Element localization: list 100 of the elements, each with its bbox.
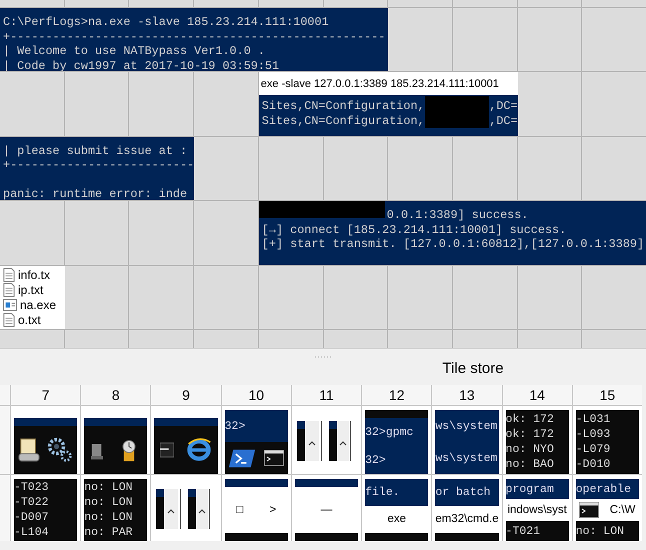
tile-text: >: [270, 502, 276, 518]
tile-text: -T023: [14, 480, 50, 495]
grid-cell: [388, 136, 452, 200]
grid-cell: [518, 266, 582, 329]
grid-cell: [582, 136, 646, 200]
tile[interactable]: —: [294, 479, 358, 541]
tile-text: ok: 172: [506, 412, 555, 427]
grid-cell: [258, 266, 322, 329]
console-text: [+] start transmit. [127.0.0.1:60812],[127.0.0.1:3389]: [262, 237, 644, 252]
grid-cell: [129, 201, 194, 265]
grid-cell: [64, 72, 128, 136]
prompt-icon: [228, 448, 256, 468]
tile-text: ws\system: [435, 418, 498, 434]
console-text: +--------------------------: [3, 158, 194, 173]
tile-text: -L104: [14, 525, 50, 540]
console-text: | Code by cw1997 at 2017-10-19 03:59:51: [3, 58, 280, 72]
grid-cell: [129, 266, 194, 329]
tile-text: □: [236, 502, 244, 518]
console-text: C:\PerfLogs>na.exe -slave 185.23.214.111:10001: [3, 15, 329, 30]
grid-cell: [388, 266, 452, 329]
tile[interactable]: ok: 172 ok: 172 no: NYO no: BAO: [506, 410, 569, 474]
console-text: | Welcome to use NATBypass Ver1.0.0 .: [3, 44, 265, 58]
column-header[interactable]: 8: [81, 385, 150, 405]
grid-cell: [388, 8, 452, 72]
grid-cell: [324, 266, 388, 329]
tile-text: or batch: [435, 485, 492, 500]
column-header[interactable]: 9: [151, 385, 221, 405]
file-name[interactable]: o.txt: [18, 312, 41, 327]
tile-text: -D007: [14, 510, 50, 525]
console-text: Sites,CN=Configuration,: [262, 99, 425, 114]
tile-text: -L079: [576, 442, 612, 457]
tile-text: no: LON: [576, 524, 626, 538]
panel-title: Tile store: [441, 360, 505, 377]
document-icon: [3, 282, 15, 297]
grid-cell: [452, 136, 517, 200]
column-header[interactable]: 13: [432, 385, 502, 405]
window-title: exe -slave 127.0.0.1:3389 185.23.214.111:10001: [258, 72, 518, 96]
grid-cell: [582, 8, 646, 72]
tile[interactable]: □ >: [224, 479, 288, 541]
scrollbar-drawing: [294, 421, 353, 463]
grid-cell: [194, 136, 258, 200]
console-text: 0.0.1:3389] success.: [386, 208, 528, 223]
tile-text: -T022: [14, 495, 50, 510]
grid-cell: [0, 201, 64, 265]
tile-text: file.: [365, 485, 401, 500]
terminal-icon: [160, 440, 174, 460]
tile-text: 32>gpmc: [365, 424, 414, 440]
console-icon: [579, 502, 600, 518]
tile[interactable]: operable C:\W no: LON: [576, 479, 639, 541]
browser-icon: [186, 437, 212, 463]
column-header[interactable]: 15: [572, 385, 642, 405]
scroll-icon: [18, 437, 40, 463]
tile-text: -D010: [576, 457, 612, 472]
tile[interactable]: no: LON no: LON no: LON no: PAR: [84, 479, 148, 541]
file-name[interactable]: ip.txt: [18, 282, 44, 297]
grid-cell: [194, 72, 258, 136]
tile-text: no: PAR: [84, 525, 134, 540]
file-name[interactable]: na.exe: [20, 298, 56, 312]
grid-cell: [0, 72, 64, 136]
console-text: ,DC=: [489, 99, 518, 114]
grid-cell: [129, 72, 194, 136]
grid-cell: [64, 201, 128, 265]
tile-text: —: [320, 502, 332, 518]
tile-text: ws\system: [435, 450, 498, 466]
grid-cell: [258, 136, 322, 200]
column-header[interactable]: 7: [11, 385, 80, 405]
column-header[interactable]: 11: [292, 385, 362, 405]
tile[interactable]: 32>: [224, 410, 288, 474]
tile-text: 32>: [224, 418, 246, 434]
tile[interactable]: or batch em32\cmd.e: [435, 479, 499, 541]
column-header[interactable]: 14: [502, 385, 572, 405]
tile-text: -L031: [576, 412, 612, 427]
tile-text: no: NYO: [506, 442, 555, 457]
tile-text: C:\W: [610, 502, 636, 518]
grid-cell: [194, 201, 258, 265]
tile-text: ok: 172: [506, 427, 555, 442]
tile-text: no: BAO: [506, 457, 555, 472]
tile-text: program: [506, 482, 555, 496]
tile-text: -T021: [506, 524, 542, 538]
grid-cell: [194, 266, 258, 329]
grid-cell: [324, 136, 388, 200]
tile[interactable]: program indows\syst -T021: [506, 479, 569, 541]
tile-text: no: LON: [84, 510, 134, 525]
column-header[interactable]: 10: [222, 385, 291, 405]
grid-cell: [582, 266, 646, 329]
console-text: [→] connect [185.23.214.111:10001] success.: [262, 222, 566, 238]
tile[interactable]: -L031 -L093 -L079 -D010: [576, 410, 639, 474]
file-name[interactable]: info.tx: [18, 268, 50, 282]
console-text: | please submit issue at :: [3, 144, 188, 158]
grid-cell: [64, 266, 128, 329]
tile-text: exe: [387, 512, 406, 527]
grid-cell: [518, 8, 582, 72]
tile-text: no: LON: [84, 480, 134, 495]
console-text: Sites,CN=Configuration,: [262, 114, 425, 128]
tile[interactable]: -T023 -T022 -D007 -L104: [14, 479, 78, 541]
tile-text: operable: [576, 482, 632, 496]
column-header[interactable]: 12: [362, 385, 432, 405]
tile[interactable]: file. exe: [365, 479, 428, 541]
console-text: panic: runtime error: inde: [3, 187, 188, 200]
tile-text: indows\syst: [507, 502, 567, 518]
